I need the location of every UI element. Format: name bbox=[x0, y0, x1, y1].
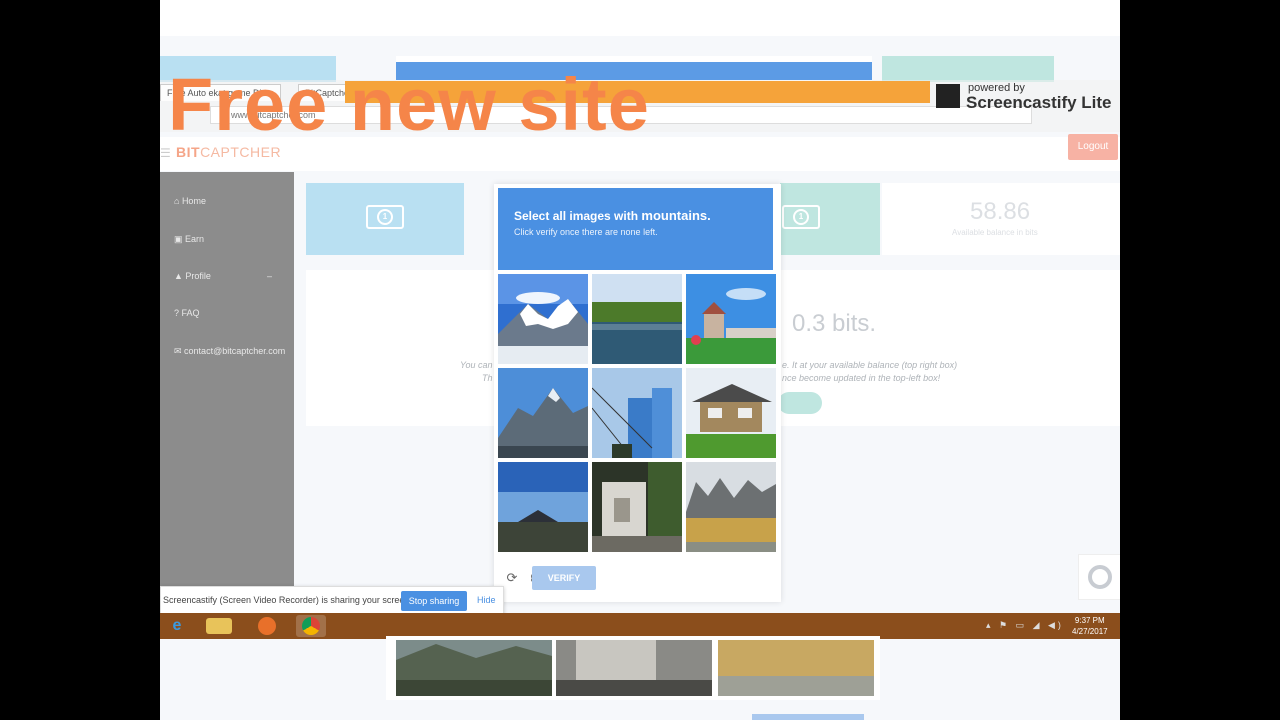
brand-suffix: CAPTCHER bbox=[200, 144, 282, 160]
sidebar-label: contact@bitcaptcher.com bbox=[184, 346, 286, 356]
firefox-icon[interactable] bbox=[252, 615, 282, 637]
captcha-tile-volcano-horizon[interactable] bbox=[498, 462, 588, 552]
reward-text: 0.3 bits. bbox=[792, 310, 877, 337]
captcha-header: Select all images with mountains. Click … bbox=[498, 188, 773, 270]
sidebar-label: Earn bbox=[185, 234, 205, 244]
system-tray-icons[interactable]: ▴ ⚑ ▭ ◢ ◀) bbox=[986, 620, 1064, 631]
ghost-tile-hut bbox=[556, 640, 712, 696]
faq-icon: ? bbox=[174, 308, 182, 318]
ghost-verify-bar bbox=[752, 714, 864, 720]
sidebar-label: Home bbox=[181, 196, 206, 206]
sidebar-item-home[interactable]: ⌂ Home bbox=[174, 196, 206, 206]
ghost-card-right bbox=[882, 56, 1054, 82]
profile-icon: ▲ bbox=[174, 271, 186, 281]
file-explorer-icon[interactable] bbox=[206, 618, 232, 634]
money-icon: 1 bbox=[366, 205, 404, 229]
earn-button[interactable] bbox=[778, 392, 822, 414]
captcha-tile-rocky-peak[interactable] bbox=[498, 368, 588, 458]
screencastify-name: Screencastify Lite bbox=[966, 93, 1112, 112]
brand-prefix: BIT bbox=[176, 144, 201, 160]
captcha-tile-skyscraper[interactable] bbox=[592, 368, 682, 458]
stop-sharing-button[interactable]: Stop sharing bbox=[401, 591, 467, 611]
money-icon: 1 bbox=[782, 205, 820, 229]
captcha-keyword: mountains. bbox=[641, 208, 711, 223]
earn-icon: ▣ bbox=[174, 234, 186, 244]
captcha-tile-temple[interactable] bbox=[686, 274, 776, 364]
captcha-instruction-prefix: Select all images with bbox=[514, 209, 639, 223]
verify-button[interactable]: VERIFY bbox=[532, 566, 596, 590]
info-right-1: e. It at your available balance (top rig… bbox=[782, 360, 958, 370]
share-notice-text: Screencastify (Screen Video Recorder) is… bbox=[163, 595, 412, 605]
menu-icon[interactable]: ☰ bbox=[160, 146, 171, 160]
logout-button[interactable]: Logout bbox=[1068, 134, 1118, 160]
recaptcha-logo-icon bbox=[1088, 565, 1112, 589]
reload-icon[interactable]: ⟳ bbox=[504, 570, 520, 586]
home-icon: ⌂ bbox=[174, 196, 182, 206]
internet-explorer-icon[interactable]: e bbox=[162, 615, 192, 637]
stat-card-left: 1 bbox=[306, 183, 464, 255]
captcha-tile-lake[interactable] bbox=[592, 274, 682, 364]
clock-time: 9:37 PM bbox=[1074, 616, 1105, 625]
chrome-icon[interactable] bbox=[296, 615, 326, 637]
chevron-icon: – bbox=[266, 271, 272, 281]
ghost-tile-mountains bbox=[396, 640, 552, 696]
captcha-dialog: Select all images with mountains. Click … bbox=[494, 184, 781, 602]
sidebar-item-profile[interactable]: ▲ Profile – bbox=[174, 271, 272, 281]
stat-card-right: 1 bbox=[780, 183, 880, 255]
hide-button[interactable]: Hide bbox=[477, 595, 496, 605]
headline-overlay: Free new site bbox=[168, 63, 650, 146]
balance-value: 58.86 bbox=[970, 198, 1031, 225]
captcha-tile-stone-hut[interactable] bbox=[592, 462, 682, 552]
recaptcha-badge bbox=[1078, 554, 1120, 600]
sidebar-item-faq[interactable]: ? FAQ bbox=[174, 308, 200, 318]
screen-canvas: Free Auto ekat game Dic... BitCaptcher✕ … bbox=[160, 0, 1120, 720]
top-margin bbox=[160, 0, 1120, 36]
captcha-tile-house[interactable] bbox=[686, 368, 776, 458]
balance-label: Available balance in bits bbox=[952, 228, 1038, 237]
site-navbar bbox=[160, 137, 1120, 171]
captcha-instruction: Select all images with mountains. bbox=[514, 208, 711, 223]
captcha-subtitle: Click verify once there are none left. bbox=[514, 227, 658, 237]
sidebar-label: FAQ bbox=[181, 308, 200, 318]
captcha-tile-snowy-mountain[interactable] bbox=[498, 274, 588, 364]
sidebar-item-earn[interactable]: ▣ Earn bbox=[174, 234, 204, 245]
site-brand[interactable]: BITCAPTCHER bbox=[176, 144, 281, 160]
info-left-1: You can bbox=[460, 360, 493, 370]
sidebar-item-contact[interactable]: ✉ contact@bitcaptcher.com bbox=[174, 346, 285, 357]
clock-date: 4/27/2017 bbox=[1072, 627, 1108, 636]
info-right-2: nce become updated in the top-left box! bbox=[782, 373, 941, 383]
sidebar-label: Profile bbox=[185, 271, 211, 281]
mail-icon: ✉ bbox=[174, 346, 185, 356]
ghost-tile-field bbox=[718, 640, 874, 696]
taskbar-clock[interactable]: 9:37 PM 4/27/2017 bbox=[1072, 615, 1108, 637]
screen-share-notice: Screencastify (Screen Video Recorder) is… bbox=[160, 586, 504, 616]
screencastify-logo-icon bbox=[936, 84, 960, 108]
captcha-tile-rice-field-hills[interactable] bbox=[686, 462, 776, 552]
info-left-2: Th bbox=[482, 373, 493, 383]
